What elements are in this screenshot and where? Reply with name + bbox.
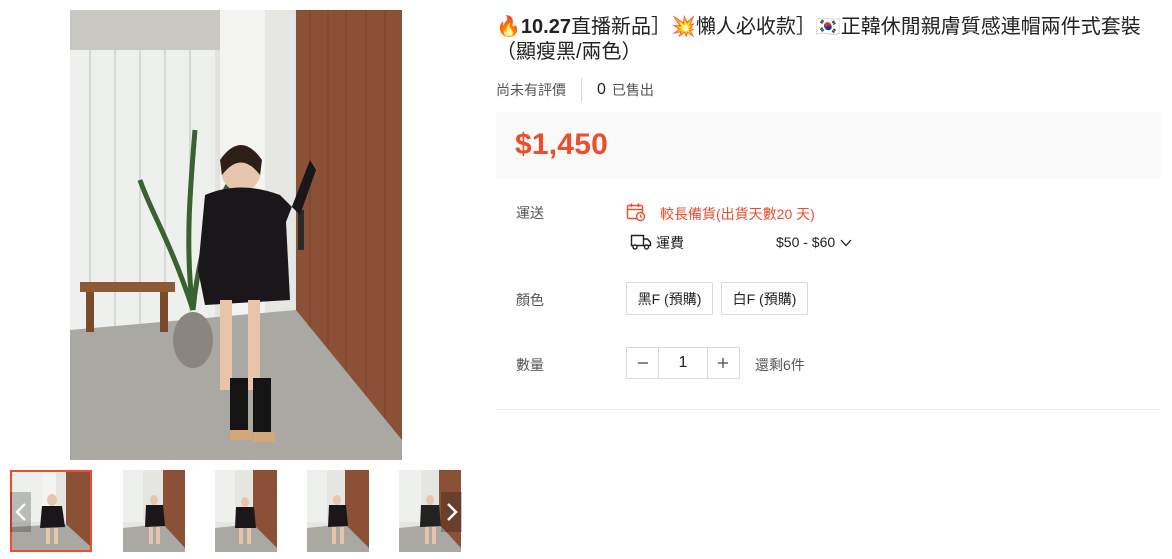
shipping-label: 運送 <box>516 205 544 221</box>
variant-option-black[interactable]: 黑F (預購) <box>626 282 713 315</box>
variant-option-white[interactable]: 白F (預購) <box>721 282 808 315</box>
quantity-input[interactable]: 1 <box>658 348 708 378</box>
price-panel: $1,450 <box>496 112 1161 178</box>
thumbnail-4[interactable] <box>297 470 379 552</box>
product-photo <box>70 10 402 460</box>
stock-remaining: 還剩6件 <box>755 357 805 373</box>
product-title-prefix: 🔥10.27 <box>496 16 571 38</box>
truck-icon <box>630 233 652 254</box>
chevron-right-icon[interactable] <box>441 492 462 532</box>
quantity-label: 數量 <box>516 357 544 373</box>
shipping-fee-value: $50 - $60 <box>776 234 836 250</box>
minus-icon <box>637 362 648 364</box>
shipping-fee-label: 運費 <box>656 235 684 251</box>
color-label: 顏色 <box>516 292 544 308</box>
product-title-text: 直播新品］💥懶人必收款］🇰🇷正韓休閒親膚質感連帽兩件式套裝（顯瘦黑/兩色） <box>496 16 1141 63</box>
shipping-fee-row: 運費 $50 - $60 <box>630 232 860 254</box>
divider <box>581 78 582 102</box>
sold-label: 已售出 <box>611 82 654 98</box>
quantity-increase-button[interactable] <box>708 348 739 378</box>
plus-icon <box>718 358 729 368</box>
chevron-left-icon[interactable] <box>10 492 31 532</box>
shipping-fee-dropdown[interactable]: $50 - $60 <box>776 234 852 250</box>
product-title: 🔥10.27直播新品］💥懶人必收款］🇰🇷正韓休閒親膚質感連帽兩件式套裝（顯瘦黑/… <box>496 15 1146 65</box>
rating-text[interactable]: 尚未有評價 <box>496 80 566 100</box>
product-main-image[interactable] <box>70 10 402 460</box>
calendar-clock-icon <box>626 202 646 225</box>
product-price: $1,450 <box>515 128 608 161</box>
quantity-decrease-button[interactable] <box>627 348 658 378</box>
quantity-stepper: 1 <box>626 347 740 379</box>
thumbnail-strip <box>10 470 471 554</box>
shipping-warning: 較長備貨(出貨天數20 天) <box>626 202 815 225</box>
section-divider <box>496 409 1161 410</box>
sold-count: 0 <box>597 81 606 98</box>
chevron-down-icon <box>835 234 852 250</box>
thumbnail-2[interactable] <box>113 470 195 552</box>
thumbnail-3[interactable] <box>205 470 287 552</box>
shipping-warning-text: 較長備貨(出貨天數20 天) <box>660 205 815 222</box>
rating-sold-row: 尚未有評價 0 已售出 <box>496 77 654 103</box>
